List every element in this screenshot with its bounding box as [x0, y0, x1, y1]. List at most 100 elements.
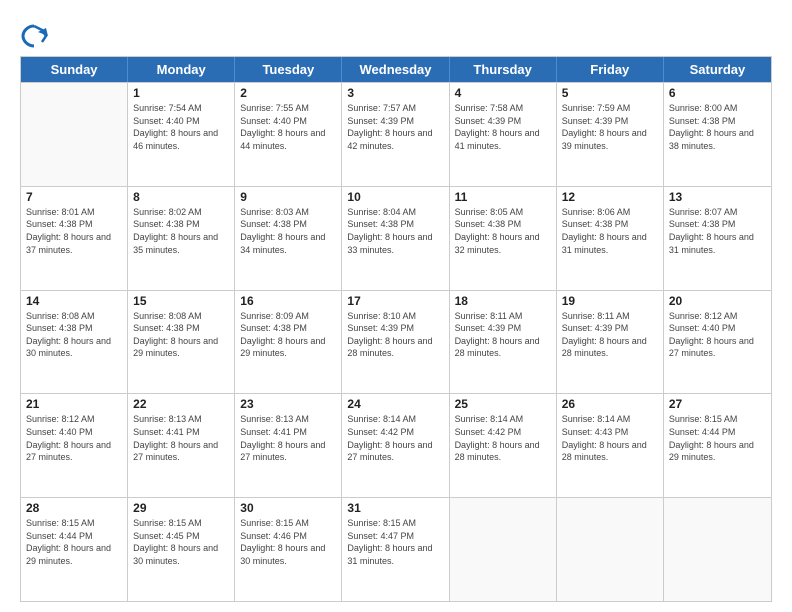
day-number: 18 — [455, 294, 551, 308]
day-number: 15 — [133, 294, 229, 308]
day-info: Sunrise: 8:07 AM Sunset: 4:38 PM Dayligh… — [669, 206, 766, 256]
calendar-cell: 13 Sunrise: 8:07 AM Sunset: 4:38 PM Dayli… — [664, 187, 771, 290]
calendar-row: 7Sunrise: 8:01 AM Sunset: 4:38 PM Daylig… — [21, 186, 771, 290]
calendar-cell: 25 Sunrise: 8:14 AM Sunset: 4:42 PM Dayli… — [450, 394, 557, 497]
calendar-cell: 18 Sunrise: 8:11 AM Sunset: 4:39 PM Dayli… — [450, 291, 557, 394]
day-number: 6 — [669, 86, 766, 100]
calendar-cell: 1 Sunrise: 7:54 AM Sunset: 4:40 PM Daylig… — [128, 83, 235, 186]
day-number: 22 — [133, 397, 229, 411]
day-info: Sunrise: 8:15 AM Sunset: 4:44 PM Dayligh… — [669, 413, 766, 463]
day-number: 13 — [669, 190, 766, 204]
day-number: 3 — [347, 86, 443, 100]
calendar-cell: 3 Sunrise: 7:57 AM Sunset: 4:39 PM Daylig… — [342, 83, 449, 186]
day-info: Sunrise: 7:57 AM Sunset: 4:39 PM Dayligh… — [347, 102, 443, 152]
calendar-cell: 28Sunrise: 8:15 AM Sunset: 4:44 PM Dayli… — [21, 498, 128, 601]
calendar-cell: 10 Sunrise: 8:04 AM Sunset: 4:38 PM Dayli… — [342, 187, 449, 290]
calendar-body: 1 Sunrise: 7:54 AM Sunset: 4:40 PM Daylig… — [21, 82, 771, 601]
weekday-header: Thursday — [450, 57, 557, 82]
day-number: 19 — [562, 294, 658, 308]
calendar-cell — [21, 83, 128, 186]
day-info: Sunrise: 8:15 AM Sunset: 4:47 PM Dayligh… — [347, 517, 443, 567]
calendar-cell: 20 Sunrise: 8:12 AM Sunset: 4:40 PM Dayli… — [664, 291, 771, 394]
day-info: Sunrise: 7:55 AM Sunset: 4:40 PM Dayligh… — [240, 102, 336, 152]
calendar-cell: 27 Sunrise: 8:15 AM Sunset: 4:44 PM Dayli… — [664, 394, 771, 497]
day-number: 30 — [240, 501, 336, 515]
day-number: 23 — [240, 397, 336, 411]
day-number: 7 — [26, 190, 122, 204]
weekday-header: Sunday — [21, 57, 128, 82]
day-info: Sunrise: 8:11 AM Sunset: 4:39 PM Dayligh… — [455, 310, 551, 360]
day-number: 12 — [562, 190, 658, 204]
calendar-cell: 16Sunrise: 8:09 AM Sunset: 4:38 PM Dayli… — [235, 291, 342, 394]
calendar-cell: 26 Sunrise: 8:14 AM Sunset: 4:43 PM Dayli… — [557, 394, 664, 497]
calendar-row: 21 Sunrise: 8:12 AM Sunset: 4:40 PM Dayli… — [21, 393, 771, 497]
calendar-cell: 5Sunrise: 7:59 AM Sunset: 4:39 PM Daylig… — [557, 83, 664, 186]
day-number: 21 — [26, 397, 122, 411]
day-info: Sunrise: 8:14 AM Sunset: 4:42 PM Dayligh… — [455, 413, 551, 463]
weekday-header: Tuesday — [235, 57, 342, 82]
day-number: 17 — [347, 294, 443, 308]
calendar-cell: 12 Sunrise: 8:06 AM Sunset: 4:38 PM Dayli… — [557, 187, 664, 290]
day-number: 4 — [455, 86, 551, 100]
day-number: 28 — [26, 501, 122, 515]
header — [20, 18, 772, 50]
day-number: 10 — [347, 190, 443, 204]
day-number: 24 — [347, 397, 443, 411]
day-number: 20 — [669, 294, 766, 308]
calendar-cell: 8 Sunrise: 8:02 AM Sunset: 4:38 PM Daylig… — [128, 187, 235, 290]
day-number: 9 — [240, 190, 336, 204]
calendar-cell: 14Sunrise: 8:08 AM Sunset: 4:38 PM Dayli… — [21, 291, 128, 394]
day-info: Sunrise: 7:54 AM Sunset: 4:40 PM Dayligh… — [133, 102, 229, 152]
day-info: Sunrise: 8:06 AM Sunset: 4:38 PM Dayligh… — [562, 206, 658, 256]
calendar-cell: 6 Sunrise: 8:00 AM Sunset: 4:38 PM Daylig… — [664, 83, 771, 186]
day-info: Sunrise: 8:04 AM Sunset: 4:38 PM Dayligh… — [347, 206, 443, 256]
calendar-row: 28Sunrise: 8:15 AM Sunset: 4:44 PM Dayli… — [21, 497, 771, 601]
calendar-row: 1 Sunrise: 7:54 AM Sunset: 4:40 PM Daylig… — [21, 82, 771, 186]
day-number: 14 — [26, 294, 122, 308]
day-info: Sunrise: 8:00 AM Sunset: 4:38 PM Dayligh… — [669, 102, 766, 152]
calendar-cell: 15 Sunrise: 8:08 AM Sunset: 4:38 PM Dayli… — [128, 291, 235, 394]
day-info: Sunrise: 8:12 AM Sunset: 4:40 PM Dayligh… — [26, 413, 122, 463]
calendar-cell: 31 Sunrise: 8:15 AM Sunset: 4:47 PM Dayli… — [342, 498, 449, 601]
day-info: Sunrise: 8:15 AM Sunset: 4:45 PM Dayligh… — [133, 517, 229, 567]
calendar-cell: 21 Sunrise: 8:12 AM Sunset: 4:40 PM Dayli… — [21, 394, 128, 497]
day-info: Sunrise: 8:03 AM Sunset: 4:38 PM Dayligh… — [240, 206, 336, 256]
calendar-cell: 2Sunrise: 7:55 AM Sunset: 4:40 PM Daylig… — [235, 83, 342, 186]
calendar-cell: 9 Sunrise: 8:03 AM Sunset: 4:38 PM Daylig… — [235, 187, 342, 290]
day-number: 27 — [669, 397, 766, 411]
calendar-cell — [664, 498, 771, 601]
logo — [20, 22, 52, 50]
day-info: Sunrise: 8:11 AM Sunset: 4:39 PM Dayligh… — [562, 310, 658, 360]
day-info: Sunrise: 8:10 AM Sunset: 4:39 PM Dayligh… — [347, 310, 443, 360]
day-number: 26 — [562, 397, 658, 411]
calendar-cell: 30 Sunrise: 8:15 AM Sunset: 4:46 PM Dayli… — [235, 498, 342, 601]
day-number: 31 — [347, 501, 443, 515]
calendar-cell: 17 Sunrise: 8:10 AM Sunset: 4:39 PM Dayli… — [342, 291, 449, 394]
day-info: Sunrise: 8:14 AM Sunset: 4:42 PM Dayligh… — [347, 413, 443, 463]
calendar-cell: 19 Sunrise: 8:11 AM Sunset: 4:39 PM Dayli… — [557, 291, 664, 394]
day-info: Sunrise: 8:12 AM Sunset: 4:40 PM Dayligh… — [669, 310, 766, 360]
calendar-cell — [450, 498, 557, 601]
day-number: 1 — [133, 86, 229, 100]
day-number: 11 — [455, 190, 551, 204]
calendar-page: SundayMondayTuesdayWednesdayThursdayFrid… — [0, 0, 792, 612]
day-info: Sunrise: 8:14 AM Sunset: 4:43 PM Dayligh… — [562, 413, 658, 463]
day-info: Sunrise: 8:08 AM Sunset: 4:38 PM Dayligh… — [133, 310, 229, 360]
day-info: Sunrise: 8:13 AM Sunset: 4:41 PM Dayligh… — [133, 413, 229, 463]
calendar-header: SundayMondayTuesdayWednesdayThursdayFrid… — [21, 57, 771, 82]
calendar-cell — [557, 498, 664, 601]
day-number: 29 — [133, 501, 229, 515]
calendar-row: 14 Sunrise: 8:08 AM Sunset: 4:38 PM Dayli… — [21, 290, 771, 394]
day-info: Sunrise: 8:02 AM Sunset: 4:38 PM Dayligh… — [133, 206, 229, 256]
day-number: 25 — [455, 397, 551, 411]
calendar: SundayMondayTuesdayWednesdayThursdayFrid… — [20, 56, 772, 602]
calendar-cell: 4 Sunrise: 7:58 AM Sunset: 4:39 PM Daylig… — [450, 83, 557, 186]
calendar-cell: 11Sunrise: 8:05 AM Sunset: 4:38 PM Dayli… — [450, 187, 557, 290]
day-info: Sunrise: 8:13 AM Sunset: 4:41 PM Dayligh… — [240, 413, 336, 463]
day-number: 8 — [133, 190, 229, 204]
calendar-cell: 29 Sunrise: 8:15 AM Sunset: 4:45 PM Dayli… — [128, 498, 235, 601]
day-info: Sunrise: 8:15 AM Sunset: 4:46 PM Dayligh… — [240, 517, 336, 567]
day-info: Sunrise: 7:58 AM Sunset: 4:39 PM Dayligh… — [455, 102, 551, 152]
logo-icon — [20, 22, 48, 50]
calendar-cell: 22 Sunrise: 8:13 AM Sunset: 4:41 PM Dayli… — [128, 394, 235, 497]
